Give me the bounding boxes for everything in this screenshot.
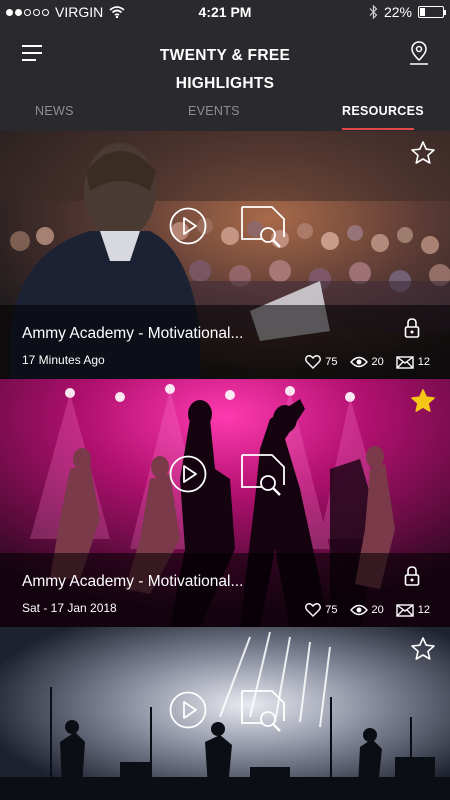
location-pin-icon[interactable] [408,40,430,66]
battery-icon [418,6,446,18]
likes-stat[interactable]: 75 [305,603,338,617]
page-title-line2: HIGHLIGHTS [175,75,275,92]
card-title[interactable]: Ammy Academy - Motivational... [22,573,243,591]
views-count: 20 [371,604,384,616]
views-stat: 20 [349,356,384,368]
views-count: 20 [371,356,384,368]
resource-card[interactable]: Ammy Academy - Motivational... 17 Minute… [0,131,450,379]
heart-icon [305,603,322,617]
messages-stat[interactable]: 12 [396,603,430,617]
envelope-icon [396,355,414,369]
lock-icon [404,318,420,338]
messages-stat[interactable]: 12 [396,355,430,369]
eye-icon [349,356,368,368]
document-search-icon[interactable] [240,205,286,249]
card-stats: 75 20 12 [293,355,430,369]
status-bar: VIRGIN 4:21 PM 22% [0,0,450,24]
menu-button[interactable] [22,44,44,62]
card-title[interactable]: Ammy Academy - Motivational... [22,325,243,343]
document-search-icon[interactable] [240,689,286,733]
likes-stat[interactable]: 75 [305,355,338,369]
page-title-line1: TWENTY & FREE [159,47,291,64]
star-icon[interactable] [410,636,436,662]
play-icon[interactable] [169,691,207,729]
views-stat: 20 [349,604,384,616]
tab-events[interactable]: EVENTS [188,104,240,118]
envelope-icon [396,603,414,617]
messages-count: 12 [417,356,430,368]
tab-resources[interactable]: RESOURCES [342,104,424,118]
tab-news[interactable]: NEWS [35,104,74,118]
play-icon[interactable] [169,455,207,493]
card-date: 17 Minutes Ago [22,353,105,367]
document-search-icon[interactable] [240,453,286,497]
active-tab-indicator [342,128,414,130]
star-icon[interactable] [410,140,436,166]
bluetooth-icon [369,5,378,19]
resource-card[interactable]: Ammy Academy - Motivational... Sat - 17 … [0,379,450,627]
battery-percent: 22% [383,4,412,20]
tab-bar: NEWS EVENTS RESOURCES [0,100,450,130]
play-icon[interactable] [169,207,207,245]
heart-icon [305,355,322,369]
lock-icon [404,566,420,586]
card-date: Sat - 17 Jan 2018 [22,601,117,615]
likes-count: 75 [325,356,338,368]
eye-icon [349,604,368,616]
messages-count: 12 [417,604,430,616]
card-stats: 75 20 12 [293,603,430,617]
resource-card[interactable] [0,627,450,800]
page-title: TWENTY & FREE HIGHLIGHTS [80,42,370,98]
likes-count: 75 [325,604,338,616]
app-header: TWENTY & FREE HIGHLIGHTS NEWS EVENTS RES… [0,24,450,130]
card-image [0,627,450,800]
star-icon[interactable] [410,388,436,414]
